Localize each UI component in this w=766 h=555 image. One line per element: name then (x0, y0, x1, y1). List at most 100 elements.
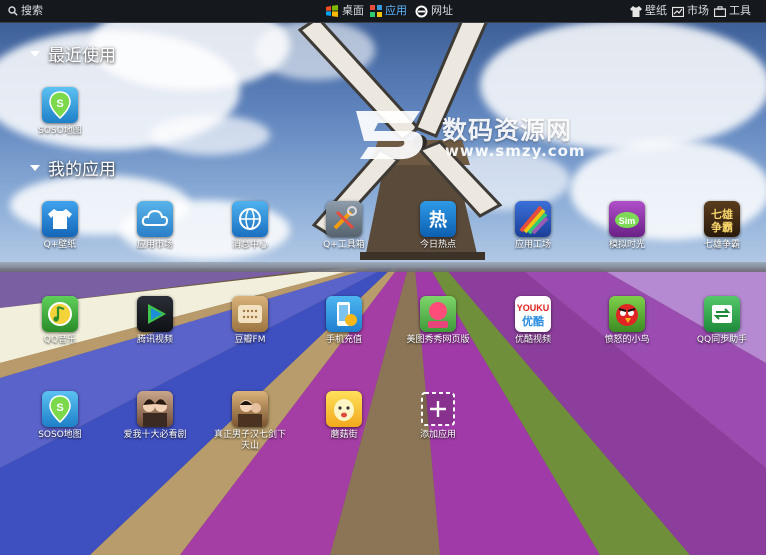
app-soso-map-recent[interactable]: S SOSO地图 (20, 87, 100, 157)
market-button[interactable]: 市场 (672, 0, 709, 22)
collapse-arrow-icon (30, 51, 40, 57)
app-today-hot[interactable]: 热 今日热点 (398, 201, 478, 271)
app-label: 腾讯视频 (136, 335, 173, 345)
section-my-apps-title: 我的应用 (48, 160, 116, 180)
soso-map-icon: S (42, 87, 78, 123)
tools-label: 工具 (729, 4, 751, 17)
app-phone-recharge[interactable]: 手机充值 (304, 296, 384, 366)
app-label: 手机充值 (325, 335, 362, 345)
search-button[interactable]: 搜索 (8, 0, 43, 22)
toolbox-icon (714, 5, 726, 17)
app-label: 今日热点 (419, 240, 456, 250)
toolbox-icon (326, 201, 362, 237)
app-label: 模拟时光 (608, 240, 645, 250)
app-movie[interactable]: 真正男子汉七剑下天山 (210, 391, 290, 461)
meitu-icon (420, 296, 456, 332)
app-label: QQ音乐 (43, 335, 77, 345)
app-label: SOSO地图 (38, 126, 82, 136)
svg-text:S: S (56, 402, 63, 414)
tab-web-label: 网址 (431, 4, 453, 17)
collapse-arrow-icon (30, 165, 40, 171)
app-angry-birds[interactable]: 愤怒的小鸟 (587, 296, 667, 366)
svg-text:S: S (56, 98, 63, 110)
wallpaper-background (0, 0, 766, 555)
app-label: Q+壁纸 (43, 240, 77, 250)
hot-news-icon: 热 (420, 201, 456, 237)
wallpaper-button[interactable]: 壁纸 (630, 0, 667, 22)
app-youku-video[interactable]: YOUKU 优酷 优酷视频 (493, 296, 573, 366)
tab-apps[interactable]: 应用 (370, 0, 407, 22)
wallpaper-label: 壁纸 (645, 4, 667, 17)
tools-button[interactable]: 工具 (714, 0, 751, 22)
app-label: 应用工场 (514, 240, 551, 250)
section-recent-title: 最近使用 (48, 46, 116, 66)
soso-map-icon: S (42, 391, 78, 427)
app-label: 爱我十大必看剧 (123, 430, 187, 440)
globe-icon (232, 201, 268, 237)
tab-desktop-label: 桌面 (342, 4, 364, 17)
app-add-app[interactable]: 添加应用 (398, 391, 478, 461)
app-label: SOSO地图 (38, 430, 82, 440)
radio-icon (232, 296, 268, 332)
windows-icon (326, 5, 338, 17)
market-icon (672, 6, 684, 17)
game-icon: Sim (609, 201, 645, 237)
angry-bird-icon (609, 296, 645, 332)
tab-apps-label: 应用 (385, 4, 407, 17)
svg-text:优酷: 优酷 (522, 314, 544, 328)
ie-browser-icon (415, 5, 428, 17)
app-meitu-web[interactable]: 美图秀秀网页版 (398, 296, 478, 366)
svg-text:七雄: 七雄 (711, 207, 733, 221)
app-label: 愤怒的小鸟 (604, 335, 650, 345)
shirt-icon (42, 201, 78, 237)
app-douban-fm[interactable]: 豆瓣FM (210, 296, 290, 366)
app-mogujie[interactable]: 蘑菇街 (304, 391, 384, 461)
section-my-apps-header[interactable]: 我的应用 (30, 157, 116, 183)
app-label: 应用市场 (136, 240, 173, 250)
app-drama[interactable]: 爱我十大必看剧 (115, 391, 195, 461)
video-play-icon (137, 296, 173, 332)
app-qq-music[interactable]: QQ音乐 (20, 296, 100, 366)
movie-icon (232, 391, 268, 427)
tab-web[interactable]: 网址 (415, 0, 453, 22)
apps-grid-icon (370, 5, 382, 17)
app-q-toolbox[interactable]: Q+工具箱 (304, 201, 384, 271)
app-label: 添加应用 (419, 430, 456, 440)
watermark: 数码资源网 www.smzy.com (350, 103, 595, 165)
music-icon (42, 296, 78, 332)
drama-icon (137, 391, 173, 427)
market-label: 市场 (687, 4, 709, 17)
strategy-game-icon: 七雄 争霸 (704, 201, 740, 237)
youku-icon: YOUKU 优酷 (515, 296, 551, 332)
app-label: 真正男子汉七剑下天山 (213, 430, 286, 451)
app-app-factory[interactable]: 应用工场 (493, 201, 573, 271)
search-icon (8, 6, 18, 16)
svg-text:YOUKU: YOUKU (517, 303, 550, 313)
tab-desktop[interactable]: 桌面 (325, 0, 364, 22)
app-label: QQ同步助手 (696, 335, 748, 345)
app-q-wallpaper[interactable]: Q+壁纸 (20, 201, 100, 271)
app-label: 消息中心 (231, 240, 268, 250)
app-tencent-video[interactable]: 腾讯视频 (115, 296, 195, 366)
section-recent-header[interactable]: 最近使用 (30, 43, 116, 69)
app-soso-map[interactable]: S SOSO地图 (20, 391, 100, 461)
phone-recharge-icon (326, 296, 362, 332)
watermark-url: www.smzy.com (445, 142, 586, 160)
svg-text:Sim: Sim (619, 216, 636, 226)
watermark-logo-icon (356, 111, 423, 160)
app-app-market[interactable]: 应用市场 (115, 201, 195, 271)
app-seven-kingdoms[interactable]: 七雄 争霸 七雄争霸 (682, 201, 762, 271)
cloud-icon (137, 201, 173, 237)
app-sim-time[interactable]: Sim 模拟时光 (587, 201, 667, 271)
app-qq-sync[interactable]: QQ同步助手 (682, 296, 762, 366)
app-label: 蘑菇街 (330, 430, 358, 440)
app-label: Q+工具箱 (323, 240, 365, 250)
app-label: 优酷视频 (514, 335, 551, 345)
svg-text:热: 热 (429, 209, 447, 231)
sync-icon (704, 296, 740, 332)
rainbow-icon (515, 201, 551, 237)
app-message-center[interactable]: 消息中心 (210, 201, 290, 271)
app-label: 豆瓣FM (234, 335, 266, 345)
svg-text:争霸: 争霸 (711, 220, 733, 234)
shirt-icon (630, 5, 642, 17)
